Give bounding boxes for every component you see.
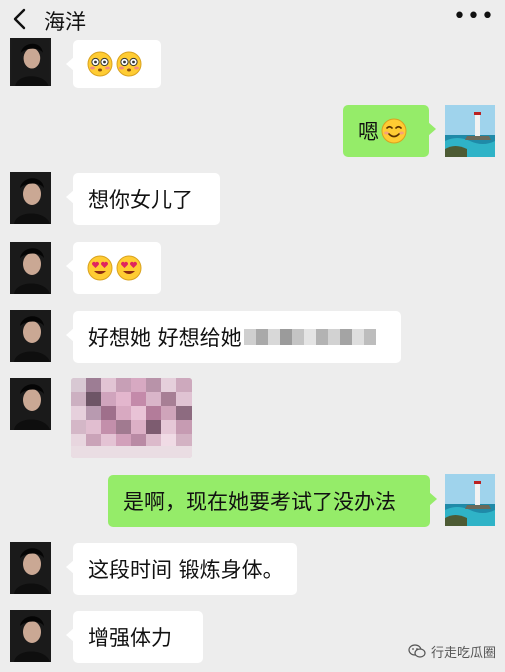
- message-bubble[interactable]: 是啊，现在她要考试了没办法: [108, 475, 437, 527]
- chat-title: 海洋: [44, 10, 86, 34]
- message-bubble[interactable]: 这段时间 锻炼身体。: [66, 543, 297, 595]
- message-text: 是啊，现在她要考试了没办法: [123, 490, 396, 514]
- my-avatar[interactable]: [445, 474, 495, 526]
- flushed-face-emoji-icon: [116, 51, 142, 77]
- contact-avatar[interactable]: [10, 610, 51, 662]
- pixelated-text-mosaic: [243, 326, 382, 348]
- message-bubble[interactable]: 好想她 好想给她: [66, 311, 401, 363]
- message-bubble[interactable]: [66, 242, 161, 294]
- message-text: 想你女儿了: [88, 188, 193, 212]
- contact-avatar[interactable]: [10, 172, 51, 224]
- message-bubble[interactable]: 增强体力: [66, 611, 203, 663]
- message-text: 这段时间 锻炼身体。: [88, 558, 284, 582]
- message-text: 嗯: [358, 120, 379, 144]
- message-bubble[interactable]: 想你女儿了: [66, 173, 220, 225]
- contact-avatar[interactable]: [10, 38, 51, 86]
- flushed-face-emoji-icon: [87, 51, 113, 77]
- wechat-official-account-icon: [408, 642, 426, 660]
- contact-avatar[interactable]: [10, 542, 51, 594]
- pixelated-photo-message[interactable]: [71, 378, 192, 458]
- chat-header: 海洋 •••: [0, 0, 505, 40]
- message-text: 好想她 好想给她: [88, 326, 242, 350]
- watermark-text: 行走吃瓜圈: [431, 645, 497, 661]
- contact-avatar[interactable]: [10, 242, 51, 294]
- smiling-face-emoji-icon: [381, 118, 407, 144]
- my-avatar[interactable]: [445, 105, 495, 157]
- watermark: 行走吃瓜圈: [408, 640, 496, 662]
- heart-eyes-face-emoji-icon: [116, 255, 142, 281]
- message-text: 增强体力: [88, 626, 172, 650]
- message-bubble[interactable]: [66, 40, 161, 88]
- message-bubble[interactable]: 嗯: [343, 105, 436, 157]
- heart-eyes-face-emoji-icon: [87, 255, 113, 281]
- contact-avatar[interactable]: [10, 310, 51, 362]
- back-icon[interactable]: [6, 4, 34, 34]
- contact-avatar[interactable]: [10, 378, 51, 430]
- more-dots-icon[interactable]: •••: [453, 2, 494, 32]
